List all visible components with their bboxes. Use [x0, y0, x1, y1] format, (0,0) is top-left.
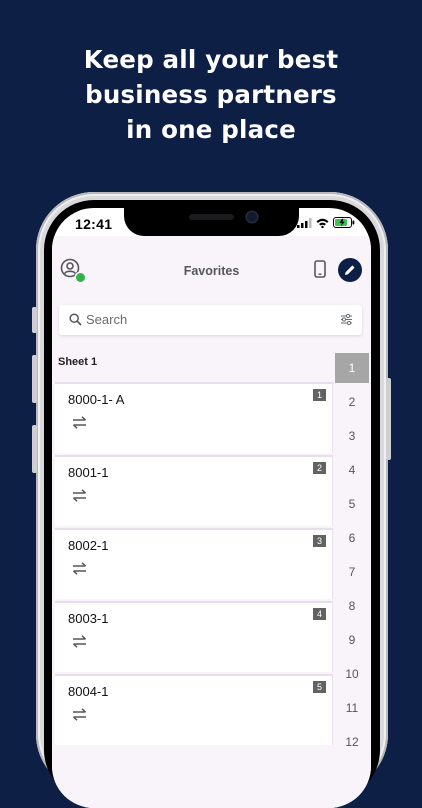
swap-arrows-icon[interactable] [72, 707, 87, 722]
front-camera [247, 212, 257, 222]
partner-card[interactable]: 8004-1 5 [55, 674, 333, 745]
index-item[interactable]: 10 [335, 659, 369, 689]
phone-volume-down-button [32, 425, 37, 473]
mobile-device-icon[interactable] [314, 260, 326, 278]
partner-name: 8000-1- A [68, 392, 125, 407]
partner-card[interactable]: 8000-1- A 1 [55, 382, 333, 453]
index-item[interactable]: 5 [335, 489, 369, 519]
partner-name: 8002-1 [68, 538, 109, 553]
swap-arrows-icon[interactable] [72, 415, 87, 430]
status-icons [297, 217, 355, 228]
edit-button[interactable] [338, 258, 362, 282]
index-item[interactable]: 1 [335, 353, 369, 383]
index-item[interactable]: 9 [335, 625, 369, 655]
position-badge: 1 [313, 389, 326, 401]
index-item[interactable]: 12 [335, 727, 369, 757]
favorites-content: Search Sheet 1 8000-1- A 1 8001-1 2 8002… [52, 298, 371, 808]
swap-arrows-icon[interactable] [72, 634, 87, 649]
pencil-icon [345, 265, 355, 275]
headline-line-1: Keep all your best [83, 45, 339, 74]
swap-arrows-icon[interactable] [72, 561, 87, 576]
partner-card[interactable]: 8003-1 4 [55, 601, 333, 672]
phone-screen: 12:41 Favorites Search Sheet 1 8000-1- A… [52, 208, 371, 808]
index-item[interactable]: 6 [335, 523, 369, 553]
signal-icon [297, 217, 312, 228]
index-item[interactable]: 3 [335, 421, 369, 451]
speaker-grille [189, 214, 234, 220]
sheet-label: Sheet 1 [58, 356, 98, 368]
position-index-bar: 1 2 3 4 5 6 7 8 9 10 11 12 [335, 353, 371, 808]
index-item[interactable]: 11 [335, 693, 369, 723]
search-bar[interactable]: Search [59, 305, 362, 335]
partner-name: 8001-1 [68, 465, 109, 480]
partner-name: 8003-1 [68, 611, 109, 626]
position-badge: 3 [313, 535, 326, 547]
search-icon [69, 313, 82, 326]
partner-name: 8004-1 [68, 684, 109, 699]
filter-sliders-icon[interactable] [340, 313, 353, 326]
headline-line-2: business partners [85, 80, 337, 109]
phone-mute-switch [32, 307, 37, 333]
marketing-headline: Keep all your best business partners in … [0, 42, 422, 147]
app-header: Favorites [52, 236, 371, 298]
phone-volume-up-button [32, 355, 37, 403]
position-badge: 5 [313, 681, 326, 693]
position-badge: 4 [313, 608, 326, 620]
status-time: 12:41 [75, 216, 113, 232]
phone-notch [124, 208, 299, 236]
index-item[interactable]: 4 [335, 455, 369, 485]
phone-power-button [386, 378, 391, 460]
swap-arrows-icon[interactable] [72, 488, 87, 503]
partner-card[interactable]: 8002-1 3 [55, 528, 333, 599]
headline-line-3: in one place [126, 115, 296, 144]
wifi-icon [316, 218, 329, 228]
search-input[interactable]: Search [86, 312, 127, 327]
position-badge: 2 [313, 462, 326, 474]
index-item[interactable]: 7 [335, 557, 369, 587]
index-item[interactable]: 8 [335, 591, 369, 621]
partner-card[interactable]: 8001-1 2 [55, 455, 333, 526]
battery-icon [333, 217, 355, 228]
index-item[interactable]: 2 [335, 387, 369, 417]
